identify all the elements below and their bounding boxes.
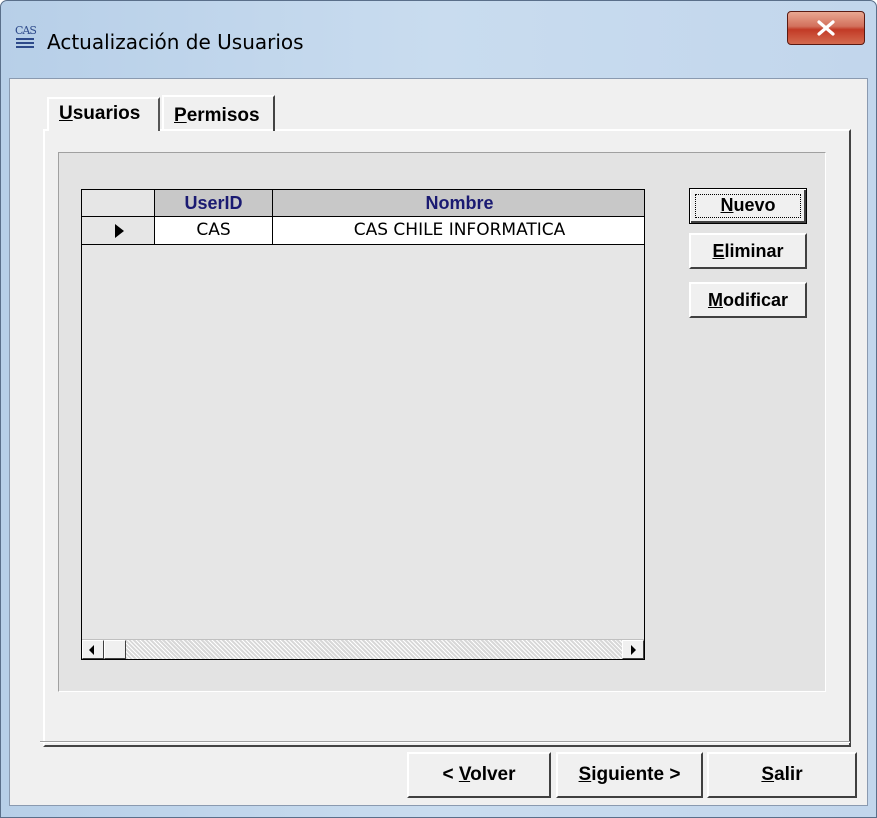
modificar-rest: odificar	[722, 290, 788, 310]
app-icon-line	[16, 38, 34, 40]
button-separator	[40, 741, 850, 743]
current-row-arrow-icon	[115, 224, 124, 238]
volver-button[interactable]: < Volver	[407, 752, 551, 798]
nuevo-rest: uevo	[733, 195, 776, 215]
nuevo-accel: N	[720, 195, 734, 215]
app-icon-line	[16, 46, 34, 48]
salir-rest: alir	[774, 764, 803, 785]
title-bar[interactable]: CAS Actualización de Usuarios	[1, 1, 876, 79]
volver-prefix: <	[442, 764, 459, 785]
tab-usuarios-label: suarios	[72, 103, 141, 124]
salir-accel: S	[761, 764, 775, 785]
window-title: Actualización de Usuarios	[47, 30, 304, 54]
eliminar-rest: liminar	[724, 241, 784, 261]
app-icon-text: CAS	[15, 24, 37, 37]
column-header-nombre[interactable]: Nombre	[273, 190, 644, 217]
nuevo-button[interactable]: Nuevo	[689, 188, 807, 224]
modificar-accel: M	[707, 290, 723, 310]
tab-permisos-label: ermisos	[186, 105, 260, 126]
modificar-button[interactable]: Modificar	[689, 282, 807, 318]
tab-permisos[interactable]: Permisos	[162, 95, 275, 131]
cell-userid[interactable]: CAS	[155, 217, 273, 245]
cell-nombre[interactable]: CAS CHILE INFORMATICA	[273, 217, 644, 245]
app-icon-line	[16, 42, 34, 44]
grid-corner-cell[interactable]	[82, 190, 155, 217]
scroll-thumb[interactable]	[104, 640, 126, 659]
cas-app-icon[interactable]: CAS	[15, 25, 37, 51]
users-grid[interactable]: UserID Nombre CAS CAS CHILE INFORMATICA	[81, 189, 645, 660]
nuevo-button-label: Nuevo	[720, 195, 775, 215]
column-header-userid[interactable]: UserID	[155, 190, 273, 217]
tab-usuarios-accel: U	[59, 103, 73, 124]
application-window: CAS Actualización de Usuarios Usuarios P…	[0, 0, 877, 818]
siguiente-rest: iguiente >	[591, 764, 681, 785]
grid-header: UserID Nombre	[82, 190, 644, 217]
table-row[interactable]: CAS CAS CHILE INFORMATICA	[82, 217, 644, 245]
close-icon	[817, 20, 835, 36]
arrow-right-icon	[631, 645, 636, 655]
siguiente-button[interactable]: Siguiente >	[556, 752, 703, 798]
eliminar-button[interactable]: Eliminar	[689, 233, 807, 269]
salir-button[interactable]: Salir	[707, 752, 857, 798]
volver-accel: V	[458, 764, 471, 785]
close-button[interactable]	[787, 11, 865, 45]
volver-rest: olver	[470, 764, 516, 785]
horizontal-scrollbar[interactable]	[82, 639, 644, 659]
tab-usuarios[interactable]: Usuarios	[47, 97, 160, 131]
siguiente-accel: S	[578, 764, 592, 785]
scroll-right-button[interactable]	[622, 640, 644, 659]
arrow-left-icon	[89, 645, 94, 655]
tab-permisos-accel: P	[174, 105, 187, 126]
dialog-client-area: Usuarios Permisos UserID Nombre CAS CAS …	[9, 78, 868, 806]
scroll-left-button[interactable]	[82, 640, 104, 659]
eliminar-accel: E	[712, 241, 725, 261]
row-selector[interactable]	[82, 217, 155, 245]
